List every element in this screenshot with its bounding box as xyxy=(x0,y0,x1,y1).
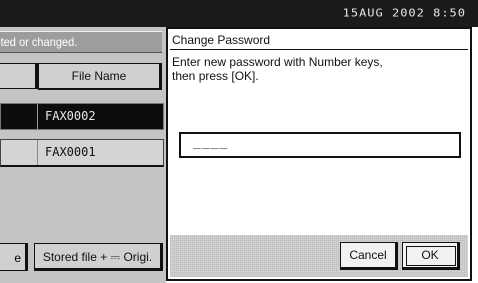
stored-file-original-button[interactable]: Stored file + ⎓ Origi. xyxy=(34,243,163,271)
dialog-message-line-1: Enter new password with Number keys, xyxy=(172,55,383,69)
file-name-cell: FAX0001 xyxy=(45,145,96,159)
file-row-selected[interactable]: FAX0002 xyxy=(0,103,164,130)
file-row[interactable]: FAX0001 xyxy=(0,139,164,167)
status-bar: 15AUG 2002 8:50 xyxy=(0,0,478,27)
password-placeholder: ____ xyxy=(193,135,229,150)
date-time-display: 15AUG 2002 8:50 xyxy=(342,7,466,19)
file-name-cell: FAX0002 xyxy=(45,109,96,123)
dialog-button-bar: Cancel OK xyxy=(170,235,468,277)
dialog-message-line-2: then press [OK]. xyxy=(172,69,259,83)
file-list-panel: leted or changed. File Name FAX0002 FAX0… xyxy=(0,27,166,283)
status-message-bar: leted or changed. xyxy=(0,31,162,53)
dialog-title: Change Password xyxy=(172,33,271,47)
status-message: leted or changed. xyxy=(0,35,78,49)
password-input[interactable]: ____ xyxy=(179,132,461,158)
cancel-button[interactable]: Cancel xyxy=(340,242,398,270)
cell-divider xyxy=(37,140,38,165)
cell-divider xyxy=(37,104,38,129)
partial-button[interactable]: e xyxy=(0,243,28,271)
title-divider xyxy=(170,49,468,50)
copier-panel-screen: 15AUG 2002 8:50 leted or changed. File N… xyxy=(0,0,478,283)
ok-button[interactable]: OK xyxy=(402,242,460,270)
column-header-stub[interactable] xyxy=(0,63,38,89)
file-name-column-header[interactable]: File Name xyxy=(38,63,162,90)
dialog-message: Enter new password with Number keys, the… xyxy=(172,55,383,83)
change-password-dialog: Change Password Enter new password with … xyxy=(166,27,472,281)
